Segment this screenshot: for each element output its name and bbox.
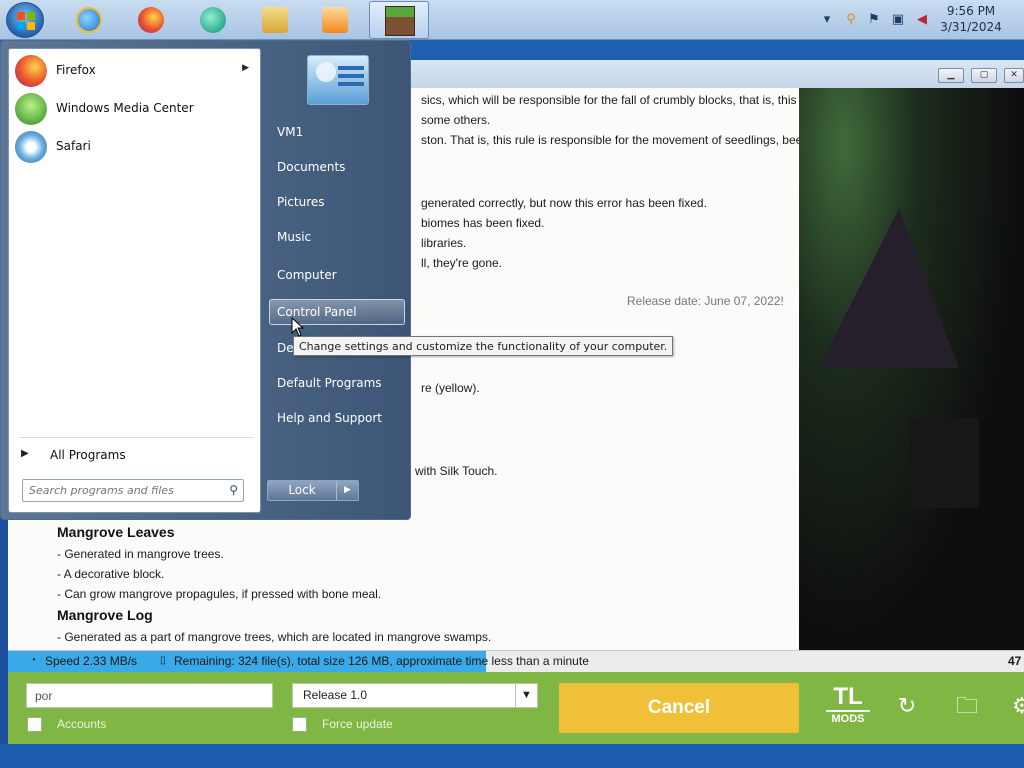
article-line: generated correctly, but now this error … [421, 196, 707, 210]
user-account-picture[interactable] [307, 55, 369, 105]
minecraft-grass-block-icon [385, 6, 415, 36]
start-right-computer[interactable]: Computer [269, 262, 405, 288]
article-line: some others. [421, 113, 491, 127]
clock-date: 3/31/2024 [940, 20, 1002, 34]
start-right-vm1[interactable]: VM1 [269, 119, 405, 145]
release-date: Release date: June 07, 2022! [627, 294, 784, 308]
version-selected-value: Release 1.0 [303, 688, 368, 702]
safari-icon [15, 131, 47, 163]
submenu-arrow-icon[interactable]: ▶ [242, 63, 249, 73]
article-line: with Silk Touch. [415, 464, 498, 478]
article-line: libraries. [421, 236, 467, 250]
start-menu-divider [19, 437, 254, 438]
expand-arrow-icon: ▶ [21, 448, 29, 459]
start-right-help-and-support[interactable]: Help and Support [269, 405, 405, 431]
article-line: ll, they're gone. [421, 256, 503, 270]
article-line: biomes has been fixed. [421, 216, 545, 230]
internet-explorer-icon[interactable] [72, 3, 106, 37]
accounts-label: Accounts [57, 717, 107, 731]
start-item-safari[interactable]: Safari [13, 129, 257, 165]
open-folder-icon[interactable]: 🗀 [954, 694, 980, 720]
system-clock[interactable]: 9:56 PM 3/31/2024 [936, 3, 1006, 35]
article-line: - Can grow mangrove propagules, if press… [57, 587, 382, 601]
article-line: - A decorative block. [57, 567, 165, 581]
windows-logo-icon [17, 12, 35, 30]
firefox-taskbar-icon[interactable] [134, 3, 168, 37]
download-status-bar: ◔ Speed 2.33 MB/s ▯ Remaining: 324 file(… [8, 650, 1024, 672]
clock-time: 9:56 PM [946, 4, 996, 18]
start-search-input[interactable] [29, 482, 219, 499]
settings-gear-icon[interactable]: ⚙ [1012, 694, 1024, 720]
minecraft-launcher-taskbar-button[interactable] [369, 1, 429, 39]
logo-top-text: TL [833, 683, 863, 710]
media-app-icon[interactable] [196, 3, 230, 37]
article-line: ston. That is, this rule is responsible … [421, 133, 799, 147]
article-line: - Generated in mangrove trees. [57, 547, 224, 561]
media-player-icon[interactable] [318, 3, 352, 37]
mouse-cursor-icon [291, 317, 305, 337]
download-speed: Speed 2.33 MB/s [45, 654, 138, 668]
start-right-pictures[interactable]: Pictures [269, 189, 405, 215]
start-button[interactable] [6, 2, 44, 38]
file-icon: ▯ [160, 655, 166, 666]
section-heading: Mangrove Leaves [57, 524, 175, 540]
start-menu-programs-pane: Firefox ▶ Windows Media Center Safari ▶ … [8, 48, 261, 513]
search-tray-icon[interactable]: ⚲ [843, 12, 859, 28]
tlmods-logo[interactable]: TL MODS [826, 684, 870, 732]
power-options-arrow-icon[interactable]: ▶ [336, 481, 358, 500]
speed-gauge-icon: ◔ [30, 655, 37, 666]
network-icon[interactable]: ▣ [890, 12, 906, 28]
accounts-checkbox[interactable] [27, 717, 42, 732]
download-percent: 47 [1008, 654, 1022, 668]
dropdown-arrow-icon[interactable]: ▼ [515, 684, 537, 707]
launcher-footer: Release 1.0 ▼ Accounts Force update Canc… [8, 672, 1024, 744]
start-item-label: Firefox [56, 63, 96, 77]
firefox-icon [15, 55, 47, 87]
lock-button[interactable]: Lock ▶ [267, 480, 359, 501]
download-remaining: Remaining: 324 file(s), total size 126 M… [174, 654, 589, 668]
minimize-button[interactable]: ▁ [938, 68, 964, 83]
logo-bottom-text: MODS [826, 710, 870, 726]
nickname-input[interactable] [26, 683, 273, 708]
lock-label: Lock [288, 483, 316, 497]
desktop-bottom-band [0, 744, 1024, 768]
action-center-flag-icon[interactable]: ⚑ [866, 12, 882, 28]
start-search-box[interactable]: ⚲ [22, 479, 244, 502]
refresh-icon[interactable]: ↻ [894, 694, 920, 720]
start-right-default-programs[interactable]: Default Programs [269, 370, 405, 396]
section-heading: Mangrove Log [57, 607, 153, 623]
force-update-checkbox[interactable] [292, 717, 307, 732]
folder-icon[interactable] [258, 3, 292, 37]
start-item-label: Windows Media Center [56, 101, 194, 115]
article-line: - Generated as a part of mangrove trees,… [57, 630, 492, 644]
start-right-music[interactable]: Music [269, 224, 405, 250]
force-update-label: Force update [322, 717, 393, 731]
start-right-control-panel[interactable]: Control Panel [269, 299, 405, 325]
article-line: sics, which will be responsible for the … [421, 93, 797, 107]
taskbar: ▾ ⚲ ⚑ ▣ ◀ 9:56 PM 3/31/2024 [0, 0, 1024, 40]
all-programs-label: All Programs [50, 448, 126, 462]
version-select[interactable]: Release 1.0 ▼ [292, 683, 538, 708]
show-hidden-icons-chevron-icon[interactable]: ▾ [819, 12, 835, 28]
windows-media-center-icon [15, 93, 47, 125]
volume-muted-icon[interactable]: ◀ [914, 12, 930, 28]
article-line: re (yellow). [421, 381, 480, 395]
close-button[interactable]: ✕ [1004, 68, 1024, 83]
start-item-firefox[interactable]: Firefox ▶ [13, 53, 257, 89]
control-panel-tooltip: Change settings and customize the functi… [293, 336, 674, 356]
start-item-label: Safari [56, 139, 91, 153]
search-icon[interactable]: ⚲ [229, 483, 238, 497]
start-right-documents[interactable]: Documents [269, 154, 405, 180]
maximize-button[interactable]: ▢ [971, 68, 997, 83]
all-programs-button[interactable]: ▶ All Programs [17, 445, 253, 467]
start-menu: Firefox ▶ Windows Media Center Safari ▶ … [0, 40, 411, 520]
start-item-windows-media-center[interactable]: Windows Media Center [13, 91, 257, 127]
cancel-button[interactable]: Cancel [559, 683, 799, 733]
game-artwork-image [799, 88, 1024, 650]
